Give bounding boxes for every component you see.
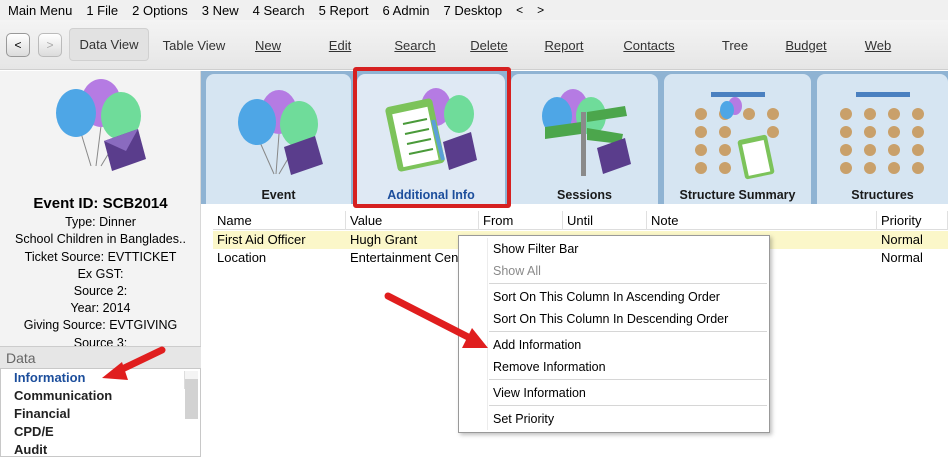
signpost-icon — [541, 89, 631, 176]
tile-event[interactable]: Event — [206, 74, 351, 204]
menu-back-arrow-icon[interactable]: < — [516, 3, 523, 17]
source-2: Source 2: — [73, 284, 128, 299]
tile-sessions[interactable]: Sessions — [511, 74, 658, 204]
menu-item-show-all: Show All — [493, 264, 541, 278]
menu-admin[interactable]: 6 Admin — [383, 3, 430, 18]
event-id: Event ID: SCB2014 — [33, 195, 168, 212]
data-item-financial[interactable]: Financial — [1, 405, 200, 423]
contacts-button[interactable]: Contacts — [616, 20, 682, 70]
menu-item-view-information[interactable]: View Information — [493, 384, 586, 402]
highlight-frame — [353, 67, 511, 208]
menu-separator — [489, 283, 767, 284]
table-view-button[interactable]: Table View — [155, 20, 233, 70]
data-list-scrollbar[interactable] — [184, 371, 198, 419]
menu-item-set-priority[interactable]: Set Priority — [493, 410, 554, 428]
main-menu-bar: Main Menu 1 File 2 Options 3 New 4 Searc… — [0, 0, 948, 20]
search-button[interactable]: Search — [388, 20, 442, 70]
annotation-arrow-add-info-icon — [384, 292, 488, 348]
forward-button[interactable]: > — [38, 33, 62, 57]
col-header-value[interactable]: Value — [346, 211, 479, 230]
left-sidebar: Event ID: SCB2014 Type: Dinner School Ch… — [0, 71, 201, 457]
menu-item-sort-ascending[interactable]: Sort On This Column In Ascending Order — [493, 288, 720, 306]
data-item-audit[interactable]: Audit — [1, 441, 200, 457]
cell-value: Entertainment Cen — [350, 250, 458, 265]
event-type: Type: Dinner — [65, 215, 136, 230]
menu-item-remove-information[interactable]: Remove Information — [493, 358, 606, 376]
seating-chart-icon — [694, 92, 779, 180]
menu-forward-arrow-icon[interactable]: > — [537, 3, 544, 17]
ex-gst: Ex GST: — [77, 266, 124, 281]
menu-item-sort-descending[interactable]: Sort On This Column In Descending Order — [493, 310, 728, 328]
cell-value: Hugh Grant — [350, 232, 418, 247]
cell-priority: Normal — [881, 232, 923, 247]
giving-source: Giving Source: EVTGIVING — [23, 318, 178, 333]
context-menu: Show Filter Bar Show All Sort On This Co… — [458, 235, 770, 433]
tile-structure-summary-label: Structure Summary — [679, 188, 796, 202]
menu-separator — [489, 331, 767, 332]
cell-priority: Normal — [881, 250, 923, 265]
view-tiles-panel: Event Additional Info Sessions Structure… — [201, 71, 948, 204]
event-year: Year: 2014 — [70, 301, 131, 316]
report-button[interactable]: Report — [535, 20, 593, 70]
menu-desktop[interactable]: 7 Desktop — [444, 3, 503, 18]
seating-layout-icon — [839, 92, 924, 174]
menu-search[interactable]: 4 Search — [253, 3, 305, 18]
toolbar: < > Data View Table View New Edit Search… — [0, 20, 948, 70]
cell-name: Location — [217, 250, 267, 265]
edit-button[interactable]: Edit — [318, 20, 362, 70]
col-header-priority[interactable]: Priority — [877, 211, 948, 230]
back-button[interactable]: < — [6, 33, 30, 57]
menu-main-menu[interactable]: Main Menu — [8, 3, 72, 18]
menu-separator — [489, 405, 767, 406]
menu-item-show-filter-bar[interactable]: Show Filter Bar — [493, 240, 578, 258]
menu-file[interactable]: 1 File — [86, 3, 118, 18]
tile-event-label: Event — [261, 188, 296, 202]
menu-item-add-information[interactable]: Add Information — [493, 336, 581, 354]
col-header-from[interactable]: From — [479, 211, 563, 230]
balloons-icon — [237, 90, 323, 175]
col-header-until[interactable]: Until — [563, 211, 647, 230]
scrollbar-thumb[interactable] — [185, 379, 198, 419]
tile-sessions-label: Sessions — [557, 188, 612, 202]
tree-button[interactable]: Tree — [712, 20, 758, 70]
budget-button[interactable]: Budget — [778, 20, 834, 70]
annotation-arrow-information-icon — [102, 346, 166, 380]
menu-new[interactable]: 3 New — [202, 3, 239, 18]
col-header-name[interactable]: Name — [213, 211, 346, 230]
data-item-cpde[interactable]: CPD/E — [1, 423, 200, 441]
event-details: Event ID: SCB2014 Type: Dinner School Ch… — [0, 195, 201, 352]
event-name: School Children in Banglades.. — [15, 232, 186, 247]
grid-header: Name Value From Until Note Priority — [213, 211, 948, 230]
col-header-note[interactable]: Note — [647, 211, 877, 230]
menu-report[interactable]: 5 Report — [319, 3, 369, 18]
cell-name: First Aid Officer — [217, 232, 306, 247]
delete-button[interactable]: Delete — [462, 20, 516, 70]
menu-options[interactable]: 2 Options — [132, 3, 188, 18]
tile-structures-label: Structures — [851, 188, 914, 202]
menu-separator — [489, 379, 767, 380]
data-item-communication[interactable]: Communication — [1, 387, 200, 405]
ticket-source: Ticket Source: EVTTICKET — [24, 249, 177, 264]
new-button[interactable]: New — [246, 20, 290, 70]
data-view-button[interactable]: Data View — [69, 28, 149, 61]
tile-structures[interactable]: Structures — [817, 74, 948, 204]
event-balloons-icon — [56, 79, 146, 171]
web-button[interactable]: Web — [856, 20, 900, 70]
tile-structure-summary[interactable]: Structure Summary — [664, 74, 811, 204]
